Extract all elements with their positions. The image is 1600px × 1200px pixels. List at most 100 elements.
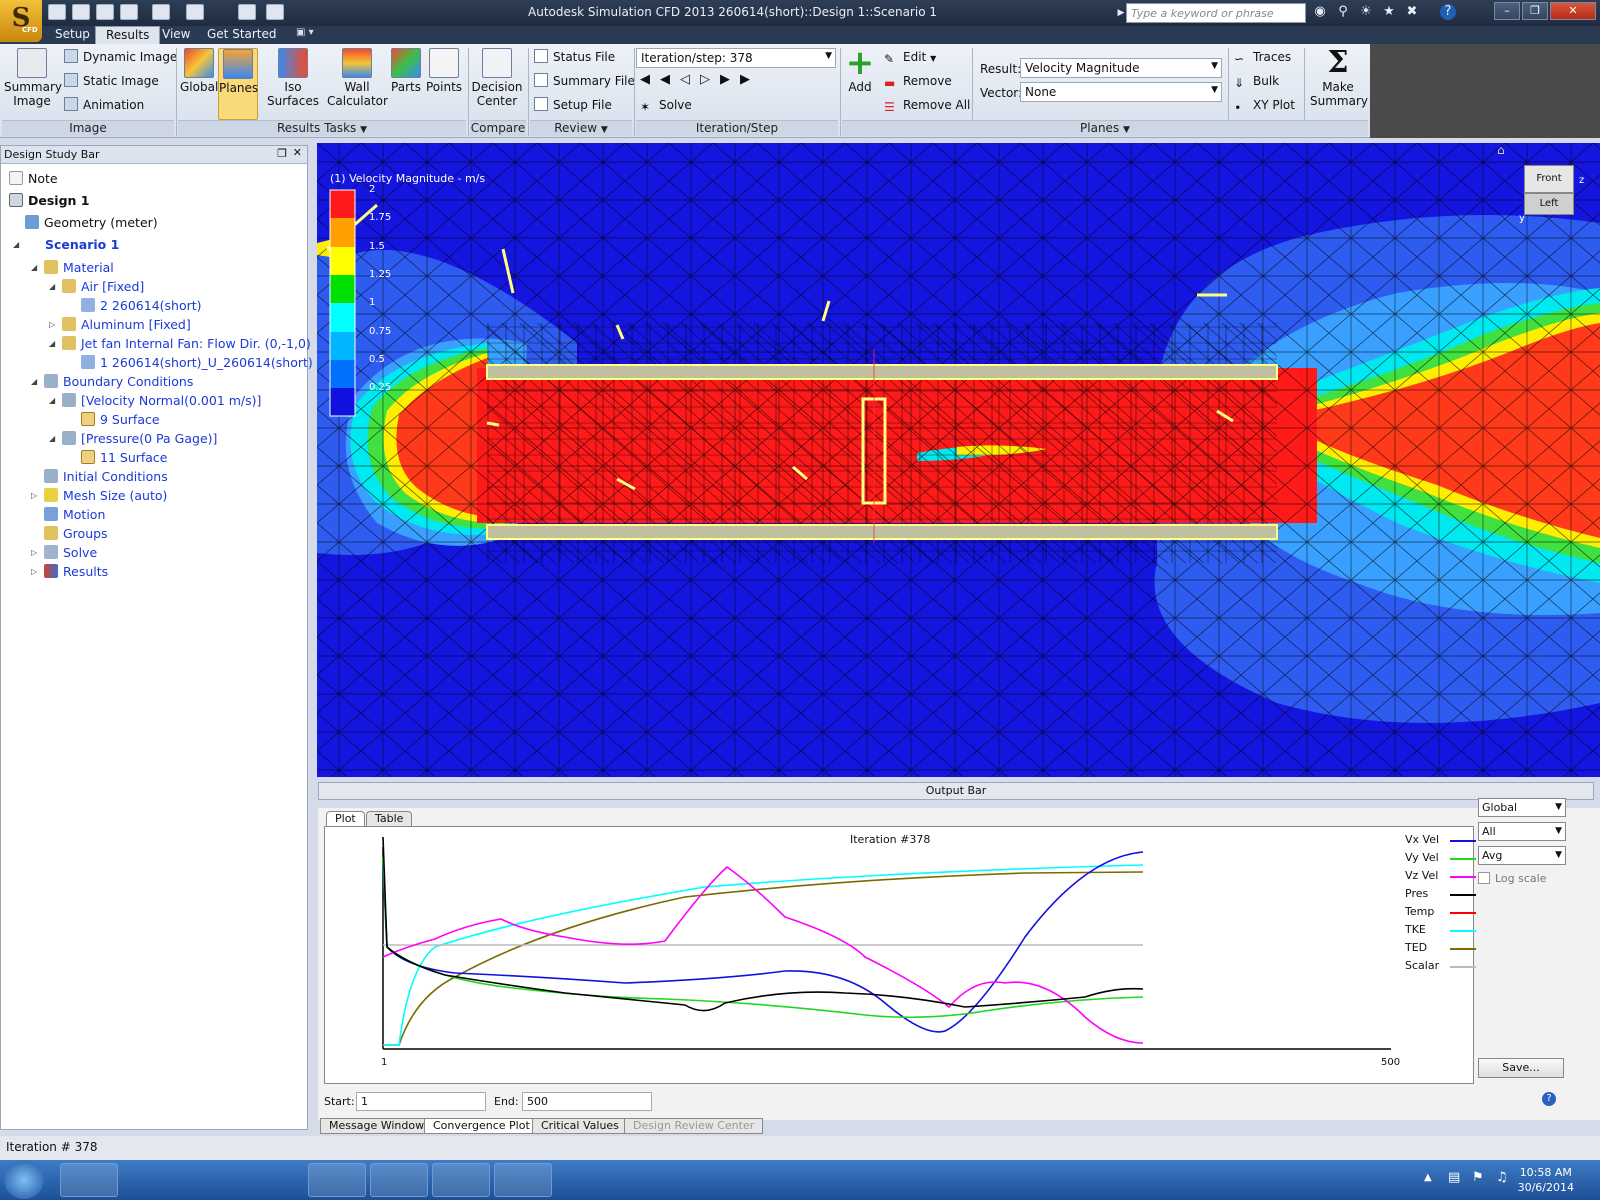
paint-icon[interactable] [494, 1163, 552, 1197]
favorites-star-icon[interactable]: ★ [1381, 4, 1397, 20]
dynamic-image-button[interactable]: Dynamic Image [64, 48, 177, 66]
home-view-icon[interactable]: ⌂ [1497, 143, 1505, 157]
minimize-button[interactable]: – [1494, 2, 1520, 20]
remove-plane-button[interactable]: ▬ Remove [884, 72, 952, 90]
layout-icon[interactable] [238, 4, 256, 20]
log-scale-checkbox[interactable]: Log scale [1478, 872, 1547, 885]
close-window-button[interactable]: ✕ [1550, 2, 1596, 20]
tab-message-window[interactable]: Message Window [320, 1118, 434, 1134]
tree-results[interactable]: ▷ Results [31, 563, 108, 581]
tree-design-1[interactable]: Design 1 [9, 192, 89, 210]
open-icon[interactable] [72, 4, 90, 20]
tree-jet-fan[interactable]: ◢ Jet fan Internal Fan: Flow Dir. (0,-1,0… [49, 335, 311, 353]
tab-table[interactable]: Table [366, 811, 413, 827]
tab-results[interactable]: Results [95, 26, 161, 44]
media-player-icon[interactable] [124, 1163, 182, 1197]
expand-arrow-icon[interactable]: ▷ [31, 487, 37, 505]
bulk-button[interactable]: ⇓ Bulk [1234, 72, 1279, 90]
tree-air-fixed[interactable]: ◢ Air [Fixed] [49, 278, 144, 296]
step-navigation-controls[interactable]: ◀◀◁▷▶▶ [640, 72, 760, 87]
close-panel-icon[interactable]: ✕ [293, 146, 302, 159]
start-input[interactable]: 1 [356, 1092, 486, 1111]
tree-scenario-1[interactable]: ◢ Scenario 1 [13, 236, 119, 254]
expand-arrow-icon[interactable]: ▷ [31, 563, 37, 581]
status-file-button[interactable]: Status File [534, 48, 615, 66]
volume-icon[interactable]: ♫ [1496, 1170, 1508, 1185]
iteration-step-dropdown[interactable]: Iteration/step: 378 ▼ [636, 48, 836, 68]
tree-note[interactable]: Note [9, 170, 58, 188]
statistic-dropdown[interactable]: Avg ▼ [1478, 846, 1566, 865]
collapse-arrow-icon[interactable]: ◢ [31, 373, 37, 391]
expand-arrow-icon[interactable]: ▷ [49, 316, 55, 334]
global-button[interactable]: Global [180, 48, 218, 94]
end-input[interactable]: 500 [522, 1092, 652, 1111]
collapse-arrow-icon[interactable]: ◢ [31, 259, 37, 277]
solve-button[interactable]: ✶ Solve [640, 96, 692, 114]
file-explorer-icon[interactable] [246, 1163, 304, 1197]
tree-surface-9[interactable]: 9 Surface [81, 411, 160, 429]
collapse-arrow-icon[interactable]: ◢ [49, 430, 55, 448]
print-icon[interactable] [266, 4, 284, 20]
group-results-tasks[interactable]: Results Tasks ▼ [178, 120, 466, 136]
collapse-arrow-icon[interactable]: ◢ [13, 236, 19, 254]
tab-design-review-center[interactable]: Design Review Center [624, 1118, 764, 1134]
vector-dropdown[interactable]: None ▼ [1020, 82, 1222, 102]
remove-all-planes-button[interactable]: ☰ Remove All [884, 96, 970, 114]
tab-setup[interactable]: Setup [45, 26, 100, 44]
traces-button[interactable]: ∽ Traces [1234, 48, 1291, 66]
search-input[interactable]: Type a keyword or phrase [1126, 3, 1306, 23]
redo-icon[interactable] [186, 4, 204, 20]
ribbon-options-icon[interactable]: ▣ ▾ [296, 27, 314, 38]
save-button[interactable]: Save... [1478, 1058, 1564, 1078]
restore-button[interactable]: ❐ [1522, 2, 1548, 20]
tree-surface-11[interactable]: 11 Surface [81, 449, 168, 467]
tree-part-jet-fan[interactable]: 1 260614(short)_U_260614(short) [81, 354, 313, 372]
tree-geometry[interactable]: Geometry (meter) [25, 214, 158, 232]
tree-part-air[interactable]: 2 260614(short) [81, 297, 202, 315]
action-center-flag-icon[interactable]: ⚑ [1472, 1170, 1484, 1185]
tree-pressure[interactable]: ◢ [Pressure(0 Pa Gage)] [49, 430, 217, 448]
tab-plot[interactable]: Plot [326, 811, 365, 827]
system-clock[interactable]: 10:58 AM 30/6/2014 [1518, 1165, 1574, 1195]
iso-surfaces-button[interactable]: Iso Surfaces [260, 48, 326, 108]
tree-velocity-normal[interactable]: ◢ [Velocity Normal(0.001 m/s)] [49, 392, 261, 410]
scope-dropdown[interactable]: Global ▼ [1478, 798, 1566, 817]
collapse-arrow-icon[interactable]: ◢ [49, 335, 55, 353]
network-icon[interactable]: ▤ [1448, 1170, 1460, 1185]
checkbox-box[interactable] [1478, 872, 1490, 884]
subscription-icon[interactable]: ☀ [1358, 4, 1374, 20]
tree-material[interactable]: ◢ Material [31, 259, 114, 277]
make-summary-button[interactable]: Σ Make Summary [1310, 48, 1368, 109]
group-planes[interactable]: Planes ▼ [842, 120, 1368, 136]
tray-expand-icon[interactable]: ▲ [1424, 1172, 1432, 1183]
edit-plane-button[interactable]: ✎ Edit ▼ [884, 48, 936, 66]
tree-initial-conditions[interactable]: Initial Conditions [44, 468, 168, 486]
cfd-app-icon[interactable] [432, 1163, 490, 1197]
tree-mesh-size[interactable]: ▷ Mesh Size (auto) [31, 487, 167, 505]
internet-explorer-icon[interactable] [186, 1163, 244, 1197]
exchange-x-icon[interactable]: ✖ [1404, 4, 1420, 20]
new-icon[interactable] [48, 4, 66, 20]
animation-button[interactable]: Animation [64, 96, 144, 114]
chrome-icon[interactable] [60, 1163, 118, 1197]
tree-groups[interactable]: Groups [44, 525, 108, 543]
key-icon[interactable]: ⚲ [1335, 4, 1351, 20]
collapse-arrow-icon[interactable]: ◢ [49, 392, 55, 410]
view-cube-front-face[interactable]: Front [1524, 165, 1574, 193]
collapse-arrow-icon[interactable]: ◢ [49, 278, 55, 296]
add-plane-button[interactable]: + Add [842, 46, 878, 94]
windows-start-icon[interactable] [4, 1161, 44, 1199]
tree-boundary-conditions[interactable]: ◢ Boundary Conditions [31, 373, 193, 391]
tree-solve[interactable]: ▷ Solve [31, 544, 97, 562]
simulation-cfd-taskbar-icon[interactable] [308, 1163, 366, 1197]
summary-file-button[interactable]: Summary File [534, 72, 635, 90]
graphics-viewport[interactable]: (1) Velocity Magnitude - m/s 2 1.75 1.5 … [317, 143, 1600, 777]
tree-motion[interactable]: Motion [44, 506, 105, 524]
help-icon[interactable]: ? [1542, 1092, 1556, 1106]
save-icon[interactable] [96, 4, 114, 20]
tab-convergence-plot[interactable]: Convergence Plot [424, 1118, 539, 1134]
xy-plot-button[interactable]: ∙ XY Plot [1234, 96, 1295, 114]
wall-calculator-button[interactable]: Wall Calculator [327, 48, 388, 108]
summary-image-button[interactable]: Summary Image [4, 48, 62, 108]
planes-button[interactable]: Planes [218, 48, 258, 120]
